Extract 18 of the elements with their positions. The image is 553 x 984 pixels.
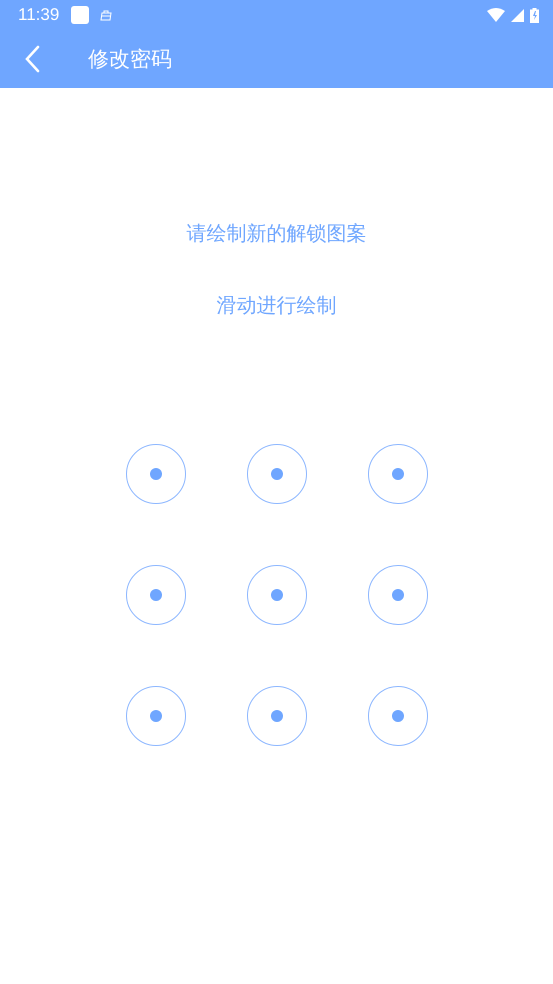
pattern-node[interactable] — [126, 444, 186, 504]
screen-title: 修改密码 — [88, 46, 172, 73]
pattern-node[interactable] — [368, 444, 428, 504]
pattern-node[interactable] — [246, 565, 306, 625]
pattern-node[interactable] — [246, 444, 306, 504]
pattern-node[interactable] — [368, 565, 428, 625]
status-time: 11:39 — [18, 5, 60, 25]
signal-icon — [511, 8, 524, 22]
battery-icon — [530, 8, 539, 22]
prompt-text: 请绘制新的解锁图案 — [186, 220, 368, 247]
hint-text: 滑动进行绘制 — [216, 292, 338, 319]
pattern-node[interactable] — [368, 686, 428, 746]
notification-icon — [71, 6, 90, 24]
pattern-node[interactable] — [126, 565, 186, 625]
wifi-icon — [487, 8, 505, 22]
bag-icon — [99, 8, 114, 22]
pattern-node[interactable] — [246, 686, 306, 746]
pattern-node[interactable] — [126, 686, 186, 746]
